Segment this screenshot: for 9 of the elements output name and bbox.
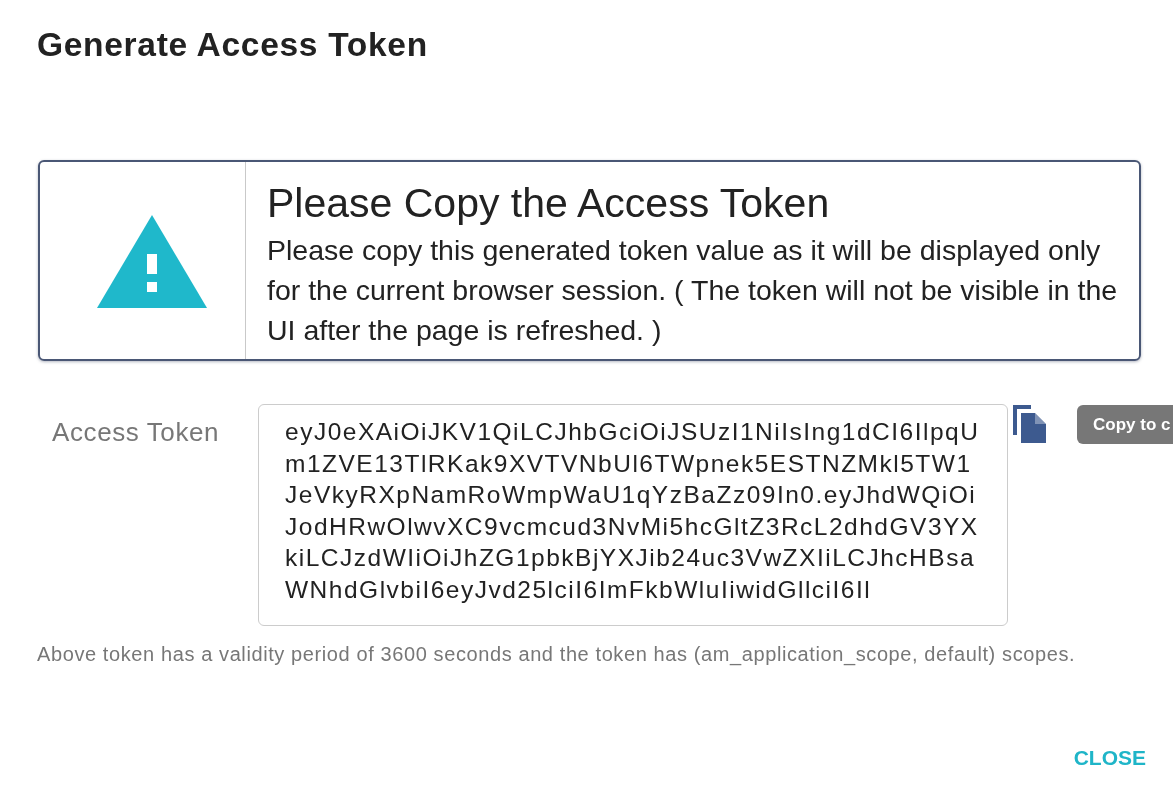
warning-icon — [96, 215, 207, 308]
alert-heading: Please Copy the Access Token — [267, 180, 830, 226]
dialog-title: Generate Access Token — [37, 27, 428, 63]
copy-icon[interactable] — [1013, 405, 1046, 443]
copy-tooltip: Copy to c — [1077, 405, 1173, 444]
alert-message: Please copy this generated token value as it will be displayed only for the current browser session. ( The token will not be visible in the UI after the page is refreshed. ) — [267, 233, 1119, 348]
access-token-field[interactable]: eyJ0eXAiOiJKV1QiLCJhbGciOiJSUzI1NiIsIng1dCI6IlpqUm1ZVE13TlRKak9XVTVNbUl6TWpnek5ESTNZMkl5TW1JeVkyRXpNamRoWmpWaU1qYzBaZz09In0.eyJhdWQiOiJodHRwOlwvXC9vcmcud3NvMi5hcGltZ3RcL2dhdGV3YXkiLCJzdWIiOiJhZG1pbkBjYXJib24uc3VwZXIiLCJhcHBsaWNhdGlvbiI6eyJvd25lciI6ImFkbWluIiwidGllciI6Il — [258, 404, 1008, 626]
field-label: Access Token — [52, 417, 220, 448]
validity-note: Above token has a validity period of 3600 seconds and the token has (am_application_scope, default) scopes. — [37, 642, 1076, 666]
